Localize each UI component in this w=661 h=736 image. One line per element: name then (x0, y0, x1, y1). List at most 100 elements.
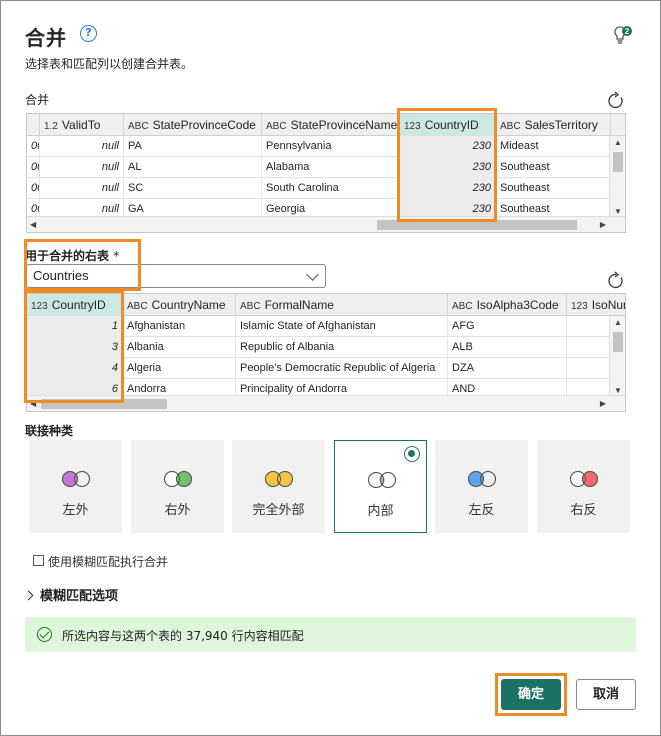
table-row: 1 Afghanistan Islamic State of Afghanistan… (27, 316, 625, 337)
cell-stateprovincecode: AL (124, 157, 262, 178)
cell-countryid: 3 (27, 337, 123, 358)
cell-partial: 00 (27, 136, 40, 157)
number-type-icon: 123 (31, 301, 48, 312)
selected-radio-icon (404, 446, 420, 462)
column-header-salesterritory[interactable]: ABC SalesTerritory (496, 114, 611, 136)
fuzzy-match-checkbox-label: 使用模糊匹配执行合并 (48, 555, 169, 569)
cancel-button[interactable]: 取消 (576, 679, 636, 710)
number-type-icon: 123 (571, 301, 588, 312)
cell-salesterritory: Southeast (496, 157, 611, 178)
cell-countryid: 230 (400, 136, 496, 157)
join-kind-label: 完全外部 (252, 503, 305, 518)
cell-countryname: Albania (123, 337, 236, 358)
join-kind-label: 内部 (367, 504, 394, 519)
venn-diagram-icon (570, 471, 598, 487)
right-table-horizontal-scrollbar[interactable]: ◀ ▶ (27, 395, 625, 411)
cell-formalname: People's Democratic Republic of Algeria (236, 358, 448, 379)
cell-stateprovincename: South Carolina (262, 178, 400, 199)
refresh-left-icon[interactable] (606, 91, 626, 111)
fuzzy-match-checkbox[interactable] (33, 555, 44, 566)
table-row: 00nullALAlabama230Southeast (27, 157, 625, 178)
checkmark-circle-icon (37, 627, 52, 642)
join-kind-label: 左反 (468, 503, 495, 518)
left-table-horizontal-scrollbar[interactable]: ◀ ▶ (27, 216, 625, 232)
right-table-select[interactable]: Countries (26, 264, 326, 288)
cell-partial: 00 (27, 157, 40, 178)
column-header-countryid-selected[interactable]: 123 CountryID (400, 114, 496, 136)
table-row: 4 Algeria People's Democratic Republic of … (27, 358, 625, 379)
cell-validto: null (40, 178, 124, 199)
right-table-vertical-scrollbar[interactable]: ▲ ▼ (609, 316, 625, 397)
join-kind-option[interactable]: 右反 (537, 440, 630, 533)
cell-countryid: 230 (400, 157, 496, 178)
text-type-icon: ABC (127, 301, 148, 312)
join-kind-option[interactable]: 左外 (29, 440, 122, 533)
join-kind-label: 右反 (570, 503, 597, 518)
left-table-vertical-scrollbar[interactable]: ▲ ▼ (609, 136, 625, 218)
text-type-icon: ABC (266, 121, 287, 132)
text-type-icon: ABC (128, 121, 149, 132)
match-status-banner: 所选内容与这两个表的 37,940 行内容相匹配 (25, 617, 636, 652)
column-header-formalname[interactable]: ABC FormalName (236, 294, 448, 316)
section-label: 合并 (25, 93, 50, 107)
cell-isoalpha3code: DZA (448, 358, 567, 379)
cell-validto: null (40, 136, 124, 157)
column-header-validto[interactable]: 1.2 ValidTo (40, 114, 124, 136)
badge-count: 2 (625, 27, 630, 36)
cell-salesterritory: Southeast (496, 178, 611, 199)
venn-diagram-icon (368, 472, 396, 488)
join-kind-option[interactable]: 左反 (435, 440, 528, 533)
cell-stateprovincename: Alabama (262, 157, 400, 178)
join-kind-label: 左外 (62, 503, 89, 518)
chevron-down-icon (306, 268, 319, 281)
cell-countryname: Afghanistan (123, 316, 236, 337)
chevron-right-icon (23, 590, 34, 601)
left-table-preview[interactable]: 1.2 ValidTo ABC StateProvinceCode ABC State… (26, 113, 626, 233)
right-table-header: 123 CountryID ABC CountryName ABC FormalNam… (27, 294, 625, 316)
join-kind-option[interactable]: 右外 (131, 440, 224, 533)
venn-diagram-icon (468, 471, 496, 487)
cell-validto: null (40, 157, 124, 178)
left-table-header: 1.2 ValidTo ABC StateProvinceCode ABC State… (27, 114, 625, 136)
ok-button[interactable]: 确定 (501, 679, 561, 710)
join-kind-label: 右外 (164, 503, 191, 518)
table-row: 3 Albania Republic of Albania ALB (27, 337, 625, 358)
help-icon[interactable]: ? (80, 25, 97, 42)
cell-isoalpha3code: ALB (448, 337, 567, 358)
text-type-icon: ABC (500, 121, 521, 132)
match-status-text: 所选内容与这两个表的 37,940 行内容相匹配 (62, 629, 304, 643)
cell-stateprovincecode: SC (124, 178, 262, 199)
text-type-icon: ABC (240, 301, 261, 312)
column-header-countryname[interactable]: ABC CountryName (123, 294, 236, 316)
right-table-label: 用于合并的右表 * (25, 249, 120, 263)
cell-countryid: 230 (400, 178, 496, 199)
column-header-partial[interactable] (27, 114, 40, 136)
decimal-type-icon: 1.2 (44, 121, 58, 132)
fuzzy-options-toggle[interactable]: 模糊匹配选项 (23, 585, 118, 604)
text-type-icon: ABC (452, 301, 473, 312)
join-kind-label: 联接种类 (25, 424, 74, 438)
cell-countryname: Algeria (123, 358, 236, 379)
cell-countryid: 4 (27, 358, 123, 379)
cell-partial: 00 (27, 178, 40, 199)
cell-isoalpha3code: AFG (448, 316, 567, 337)
column-header-isonum[interactable]: 123IsoNum (567, 294, 625, 316)
lightbulb-icon[interactable]: 2 (611, 24, 635, 48)
venn-diagram-icon (62, 471, 90, 487)
join-kind-option[interactable]: 完全外部 (232, 440, 325, 533)
right-table-preview[interactable]: 123 CountryID ABC CountryName ABC FormalNam… (26, 293, 626, 412)
column-header-countryid-selected[interactable]: 123 CountryID (27, 294, 123, 316)
join-kind-option[interactable]: 内部 (334, 440, 427, 533)
cell-formalname: Republic of Albania (236, 337, 448, 358)
column-header-stateprovincename[interactable]: ABC StateProvinceName (262, 114, 400, 136)
venn-diagram-icon (265, 471, 293, 487)
column-header-isoalpha3code[interactable]: ABC IsoAlpha3Code (448, 294, 567, 316)
venn-diagram-icon (164, 471, 192, 487)
refresh-right-icon[interactable] (606, 271, 626, 291)
cell-formalname: Islamic State of Afghanistan (236, 316, 448, 337)
column-header-stateprovincecode[interactable]: ABC StateProvinceCode (124, 114, 262, 136)
cell-salesterritory: Mideast (496, 136, 611, 157)
number-type-icon: 123 (404, 121, 421, 132)
table-row: 00nullPAPennsylvania230Mideast (27, 136, 625, 157)
dialog-subtitle: 选择表和匹配列以创建合并表。 (25, 57, 194, 71)
